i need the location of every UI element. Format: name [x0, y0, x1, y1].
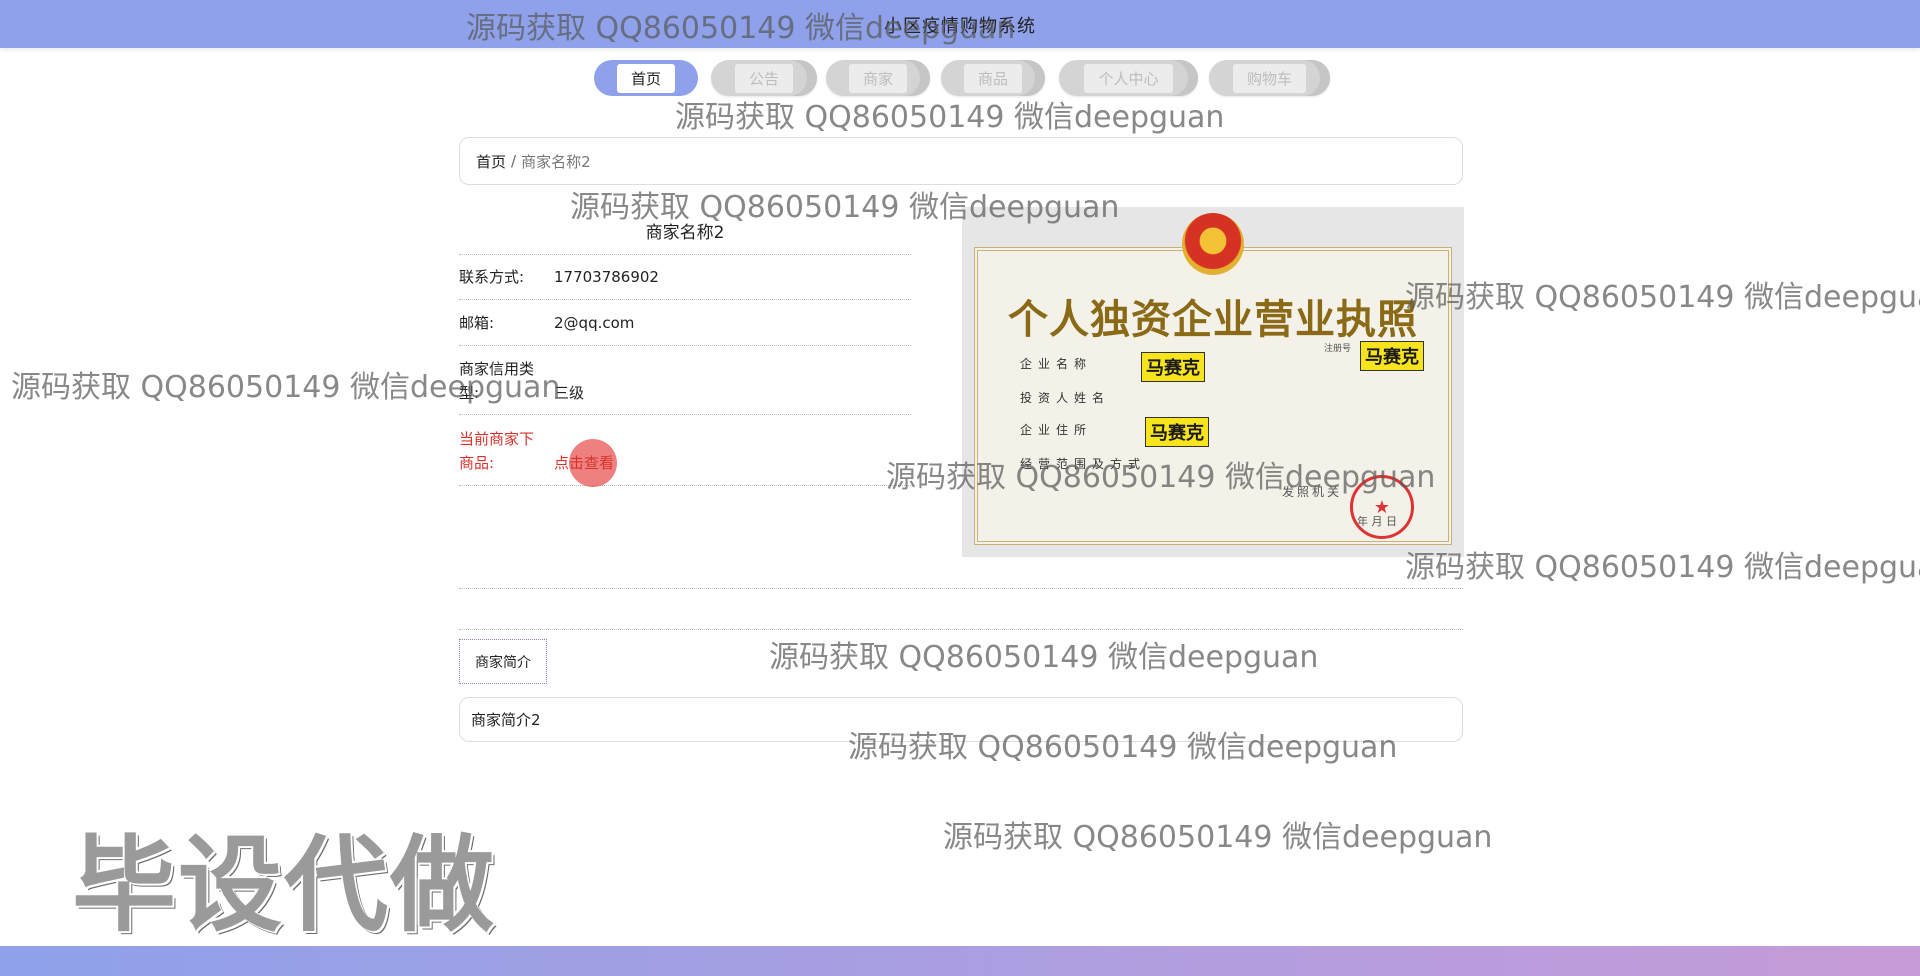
banner-watermark: 毕设代做: [72, 824, 497, 946]
watermark: 源码获取 QQ86050149 微信deepguan: [769, 640, 1319, 675]
nav-personal-center-label: 个人中心: [1084, 63, 1173, 93]
license-field-scope: 经营范围及方式: [1020, 457, 1147, 471]
license-field-name: 企业名称: [1020, 357, 1093, 371]
contact-label: 联系方式:: [459, 268, 525, 286]
contact-row: 联系方式: 17703786902: [459, 254, 911, 300]
contact-value: 17703786902: [554, 268, 659, 286]
license-issuer: 发照机关: [1282, 485, 1343, 499]
merchant-name: 商家名称2: [645, 223, 725, 243]
footer-bar: [0, 946, 1920, 976]
view-goods-link[interactable]: 点击查看: [554, 451, 614, 475]
nav-personal-center[interactable]: 个人中心: [1059, 60, 1198, 96]
credit-label: 商家信用类型:: [459, 360, 535, 402]
nav-home[interactable]: 首页: [594, 60, 698, 96]
goods-label: 当前商家下商品:: [459, 430, 535, 472]
nav-goods[interactable]: 商品: [941, 60, 1045, 96]
redaction-tag: 马赛克: [1145, 417, 1209, 447]
watermark: 源码获取 QQ86050149 微信deepguan: [1405, 550, 1920, 585]
email-label: 邮箱:: [459, 314, 495, 332]
nav-goods-label: 商品: [963, 63, 1022, 93]
email-value: 2@qq.com: [554, 314, 635, 332]
nav-home-label: 首页: [616, 63, 675, 93]
site-title: 小区疫情购物系统: [884, 16, 1036, 37]
redaction-tag: 马赛克: [1141, 352, 1205, 382]
license-title: 个人独资企业营业执照: [1008, 296, 1418, 343]
credit-value: 三级: [554, 384, 585, 402]
nav-notice[interactable]: 公告: [711, 60, 817, 96]
business-license-image: 个人独资企业营业执照 企业名称 投资人姓名 企业住所 经营范围及方式 注册号 发…: [962, 207, 1464, 557]
license-field-investor: 投资人姓名: [1020, 391, 1111, 405]
breadcrumb-separator: /: [511, 152, 517, 170]
nav-merchant[interactable]: 商家: [826, 60, 930, 96]
national-emblem-icon: [1182, 213, 1244, 275]
breadcrumb: 首页 / 商家名称2: [459, 137, 1463, 185]
nav-notice-label: 公告: [734, 63, 793, 93]
breadcrumb-home[interactable]: 首页: [476, 151, 506, 172]
license-field-address: 企业住所: [1020, 423, 1093, 437]
redaction-tag: 马赛克: [1360, 341, 1424, 371]
official-seal-icon: ★: [1350, 475, 1414, 539]
breadcrumb-current: 商家名称2: [521, 152, 591, 171]
nav-cart[interactable]: 购物车: [1209, 60, 1330, 96]
main-nav: 首页 公告 商家 商品 个人中心 购物车: [0, 60, 1920, 100]
divider: [459, 629, 1463, 630]
divider: [459, 588, 1463, 589]
watermark: 源码获取 QQ86050149 微信deepguan: [1405, 280, 1920, 315]
goods-row: 当前商家下商品: 点击查看: [459, 414, 911, 487]
nav-cart-label: 购物车: [1232, 63, 1306, 93]
watermark: 源码获取 QQ86050149 微信deepguan: [943, 820, 1493, 855]
nav-merchant-label: 商家: [848, 63, 907, 93]
license-registration-label: 注册号: [1324, 344, 1352, 354]
credit-row: 商家信用类型: 三级: [459, 345, 911, 415]
tab-merchant-intro[interactable]: 商家简介: [459, 639, 547, 684]
merchant-intro-content: 商家简介2: [459, 697, 1463, 742]
email-row: 邮箱: 2@qq.com: [459, 299, 911, 346]
